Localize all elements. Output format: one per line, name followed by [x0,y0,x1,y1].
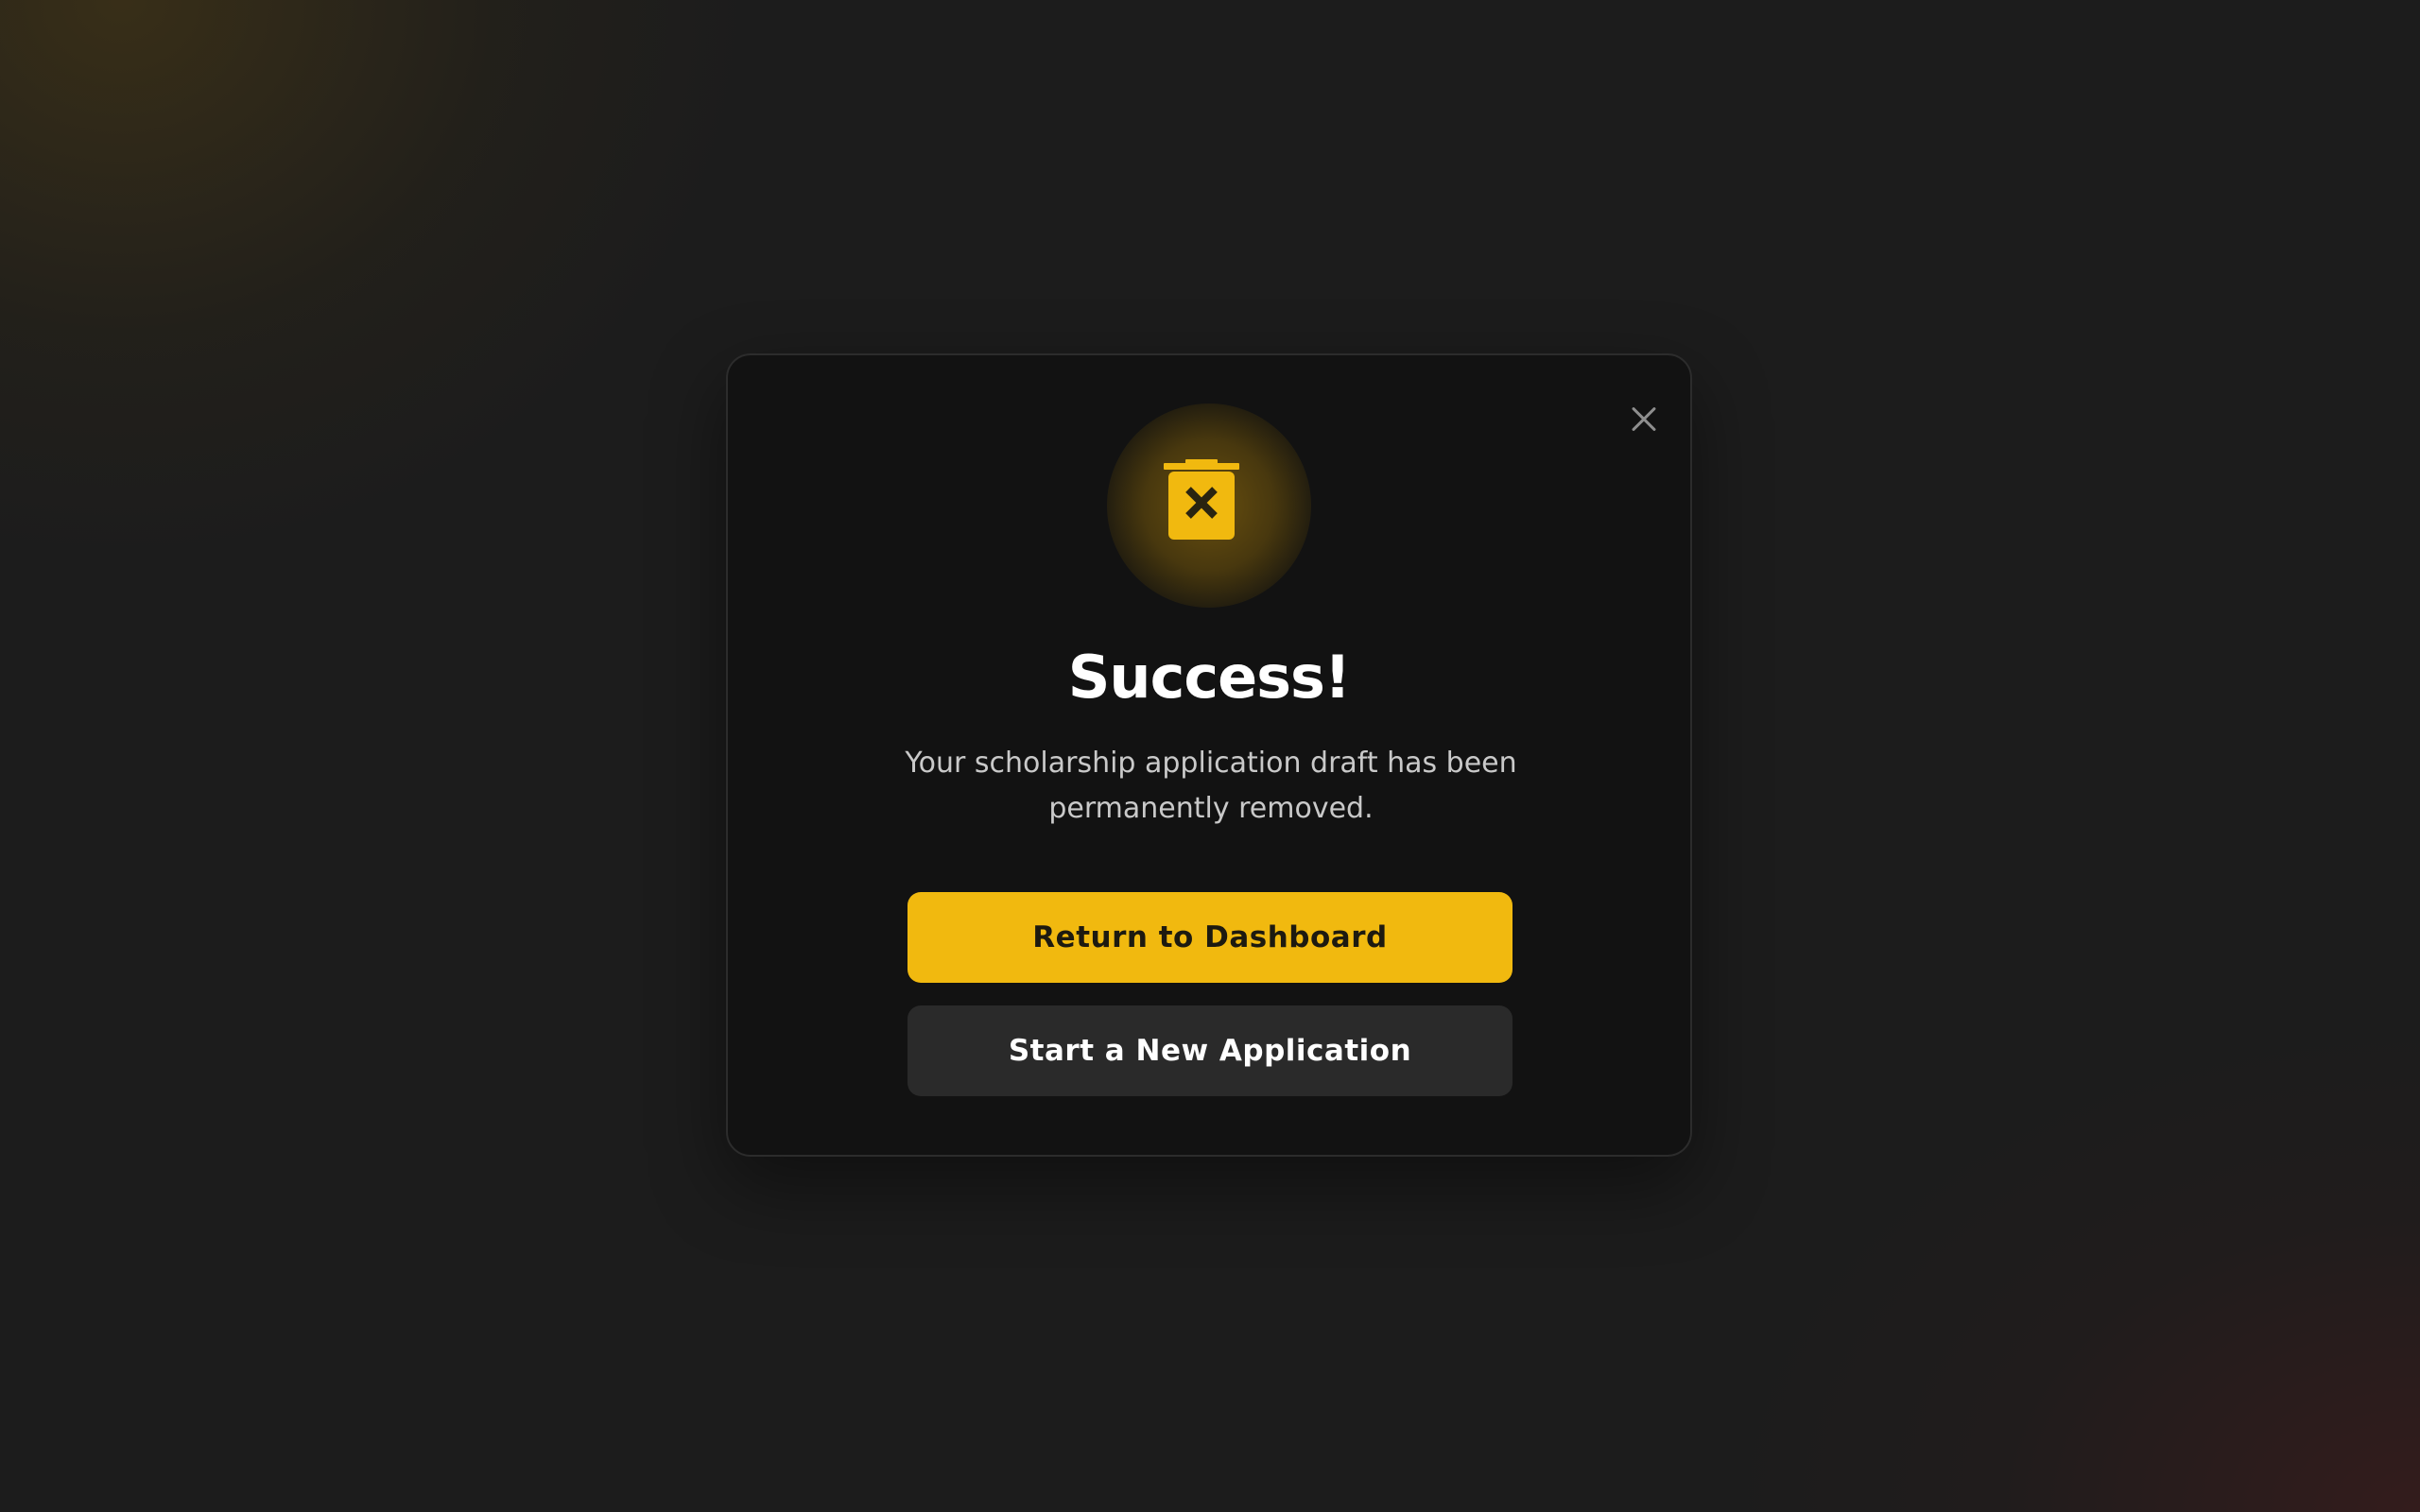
success-dialog: Success! Your scholarship application dr… [726,353,1692,1157]
trash-x-icon [1164,459,1239,540]
return-to-dashboard-button[interactable]: Return to Dashboard [908,892,1512,983]
dialog-title: Success! [1067,643,1351,712]
dialog-message: Your scholarship application draft has b… [905,747,1517,825]
close-icon[interactable] [1618,395,1668,444]
start-new-application-button[interactable]: Start a New Application [908,1005,1512,1096]
